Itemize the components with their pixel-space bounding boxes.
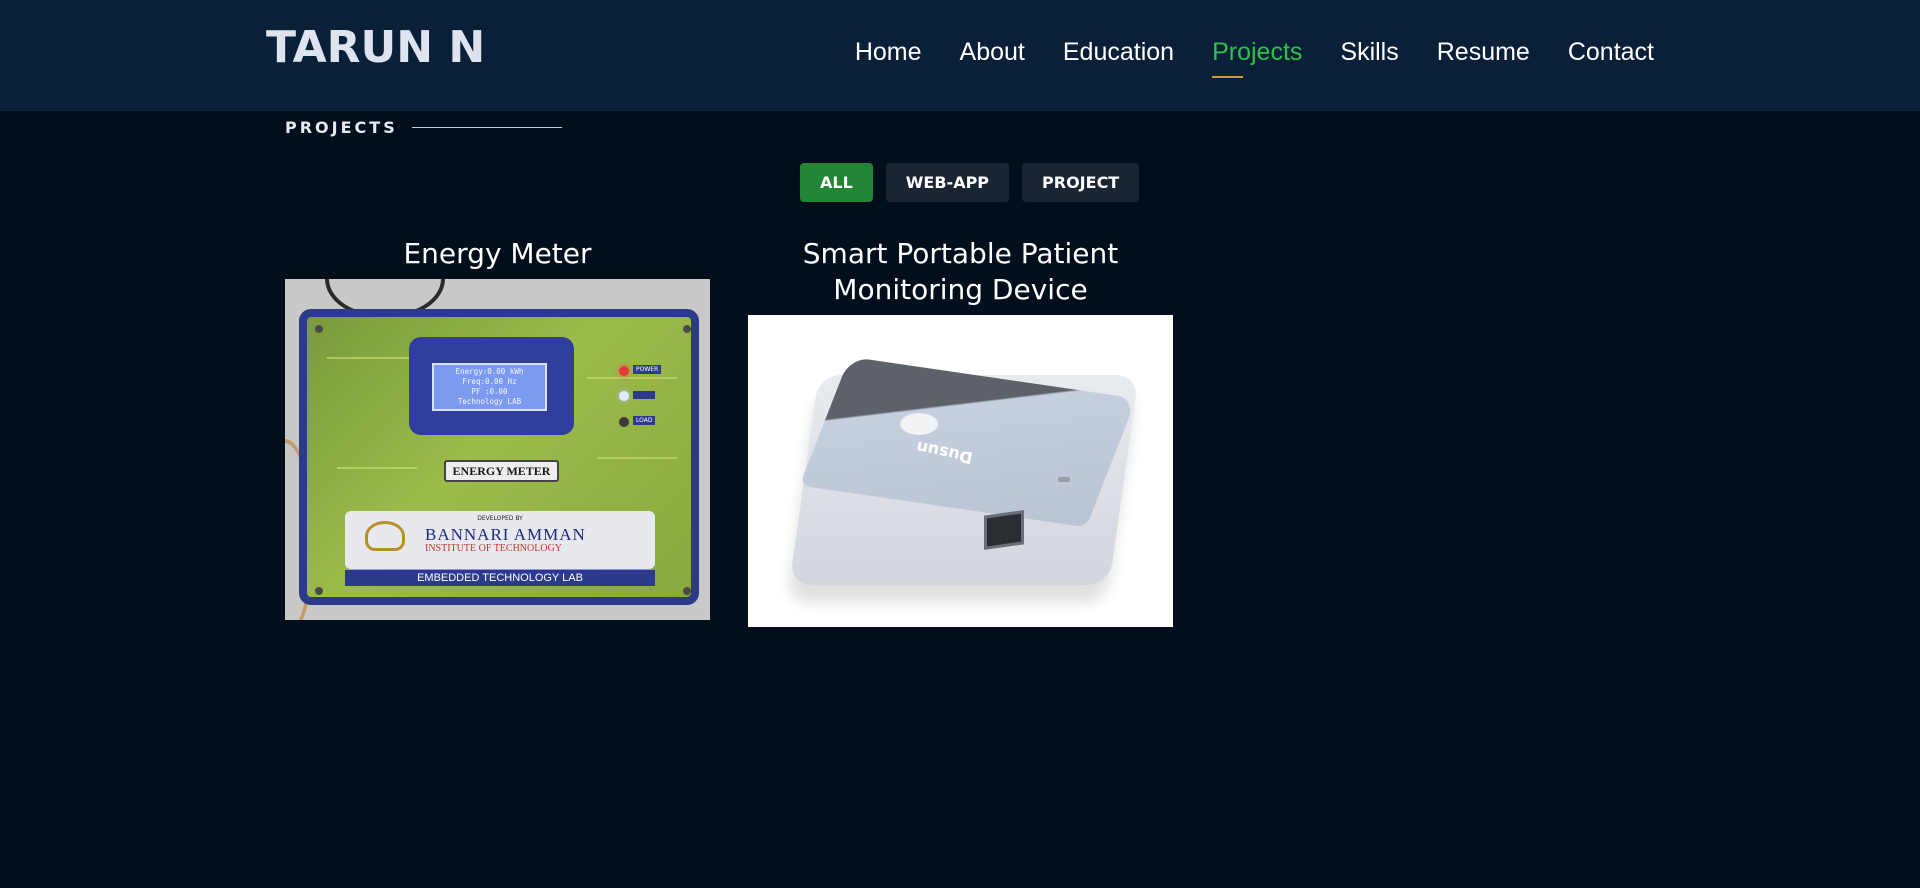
patient-monitor-image[interactable]: Dusun [748, 315, 1173, 627]
load-label: LOAD [633, 416, 656, 425]
project-title: Energy Meter [403, 237, 592, 270]
lcd-line: PF :0.00 [471, 387, 508, 396]
screw [683, 587, 691, 595]
project-title: Smart Portable Patient Monitoring Device [802, 237, 1119, 306]
filter-project-button[interactable]: PROJECT [1022, 163, 1140, 202]
status-label [633, 391, 655, 399]
brand-logo[interactable]: TARUN N [266, 22, 485, 73]
section-title: PROJECTS [285, 118, 398, 137]
status-led [619, 391, 629, 401]
project-filters: ALL WEB-APP PROJECT [800, 163, 1140, 202]
filter-web-app-button[interactable]: WEB-APP [885, 163, 1010, 202]
institute-logo-panel: DEVELOPED BY BANNARI AMMAN INSTITUTE OF … [345, 511, 655, 569]
navbar: TARUN N Home About Education Projects Sk… [0, 0, 1920, 111]
institute-subtitle: INSTITUTE OF TECHNOLOGY [425, 543, 563, 554]
institute-emblem-icon [365, 521, 405, 551]
project-card-patient-monitor[interactable]: Smart Portable Patient Monitoring Device… [748, 236, 1173, 627]
filter-all-button[interactable]: ALL [800, 163, 873, 202]
screw [315, 325, 323, 333]
energy-meter-image[interactable]: Energy:0.00 kWh Freq:0.00 Hz PF :0.00 Te… [285, 279, 710, 620]
energy-meter-plate: ENERGY METER [444, 460, 559, 482]
lcd-line: Technology LAB [457, 397, 522, 406]
nav-link-about[interactable]: About [960, 38, 1025, 67]
ethernet-port-icon [984, 510, 1024, 550]
section-title-rule [411, 127, 562, 128]
circuit-trace [597, 457, 677, 459]
circuit-trace [587, 377, 677, 379]
nav-link-home[interactable]: Home [855, 38, 922, 67]
nav-link-education[interactable]: Education [1063, 38, 1174, 67]
lab-name-strip: EMBEDDED TECHNOLOGY LAB [345, 570, 655, 586]
screw [315, 587, 323, 595]
nav-link-skills[interactable]: Skills [1340, 38, 1398, 67]
lcd-line: Freq:0.00 Hz [462, 377, 517, 386]
load-led [619, 417, 629, 427]
power-led [619, 366, 629, 376]
nav-link-resume[interactable]: Resume [1437, 38, 1530, 67]
screw [683, 325, 691, 333]
nav-link-projects[interactable]: Projects [1212, 38, 1302, 78]
lcd-display: Energy:0.00 kWh Freq:0.00 Hz PF :0.00 Te… [432, 363, 547, 411]
device-power-button [900, 413, 938, 435]
institute-name: BANNARI AMMAN [425, 525, 586, 544]
circuit-trace [337, 467, 417, 469]
nav-link-contact[interactable]: Contact [1568, 38, 1654, 67]
usb-port-icon [1058, 477, 1070, 482]
project-card-energy-meter[interactable]: Energy Meter Energy:0.00 kWh Freq:0.00 H… [285, 236, 710, 620]
main-nav: Home About Education Projects Skills Res… [855, 38, 1654, 78]
section-heading: PROJECTS [285, 118, 562, 137]
power-label: POWER [633, 365, 662, 374]
developed-by-text: DEVELOPED BY [477, 515, 523, 522]
lcd-line: Energy:0.00 kWh [455, 367, 524, 376]
